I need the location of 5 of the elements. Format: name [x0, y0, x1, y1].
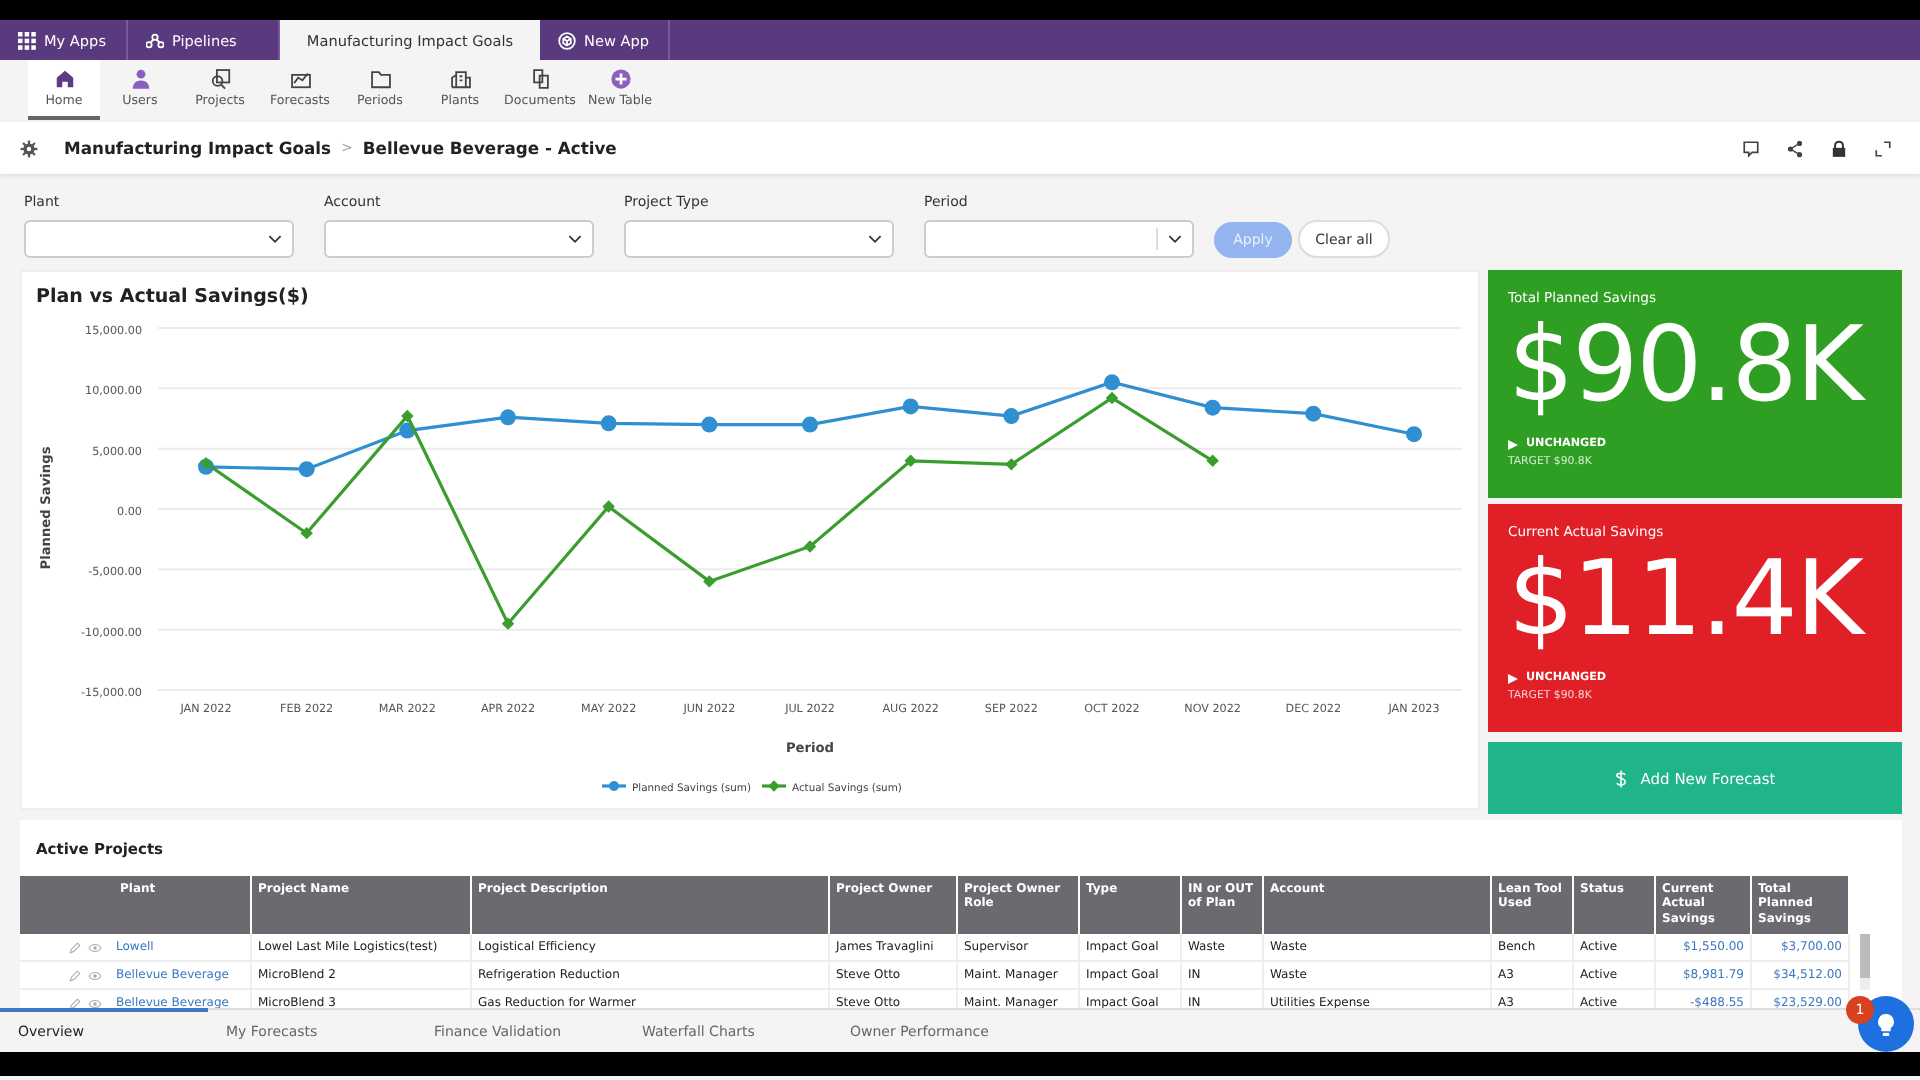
breadcrumb-link[interactable]: Manufacturing Impact Goals — [64, 138, 332, 158]
chart-title: Plan vs Actual Savings($) — [34, 284, 311, 312]
kpi-value: $90.8K — [1508, 310, 1868, 422]
kpi-value: $11.4K — [1508, 544, 1868, 656]
page-title: Bellevue Beverage - Active — [362, 138, 617, 158]
